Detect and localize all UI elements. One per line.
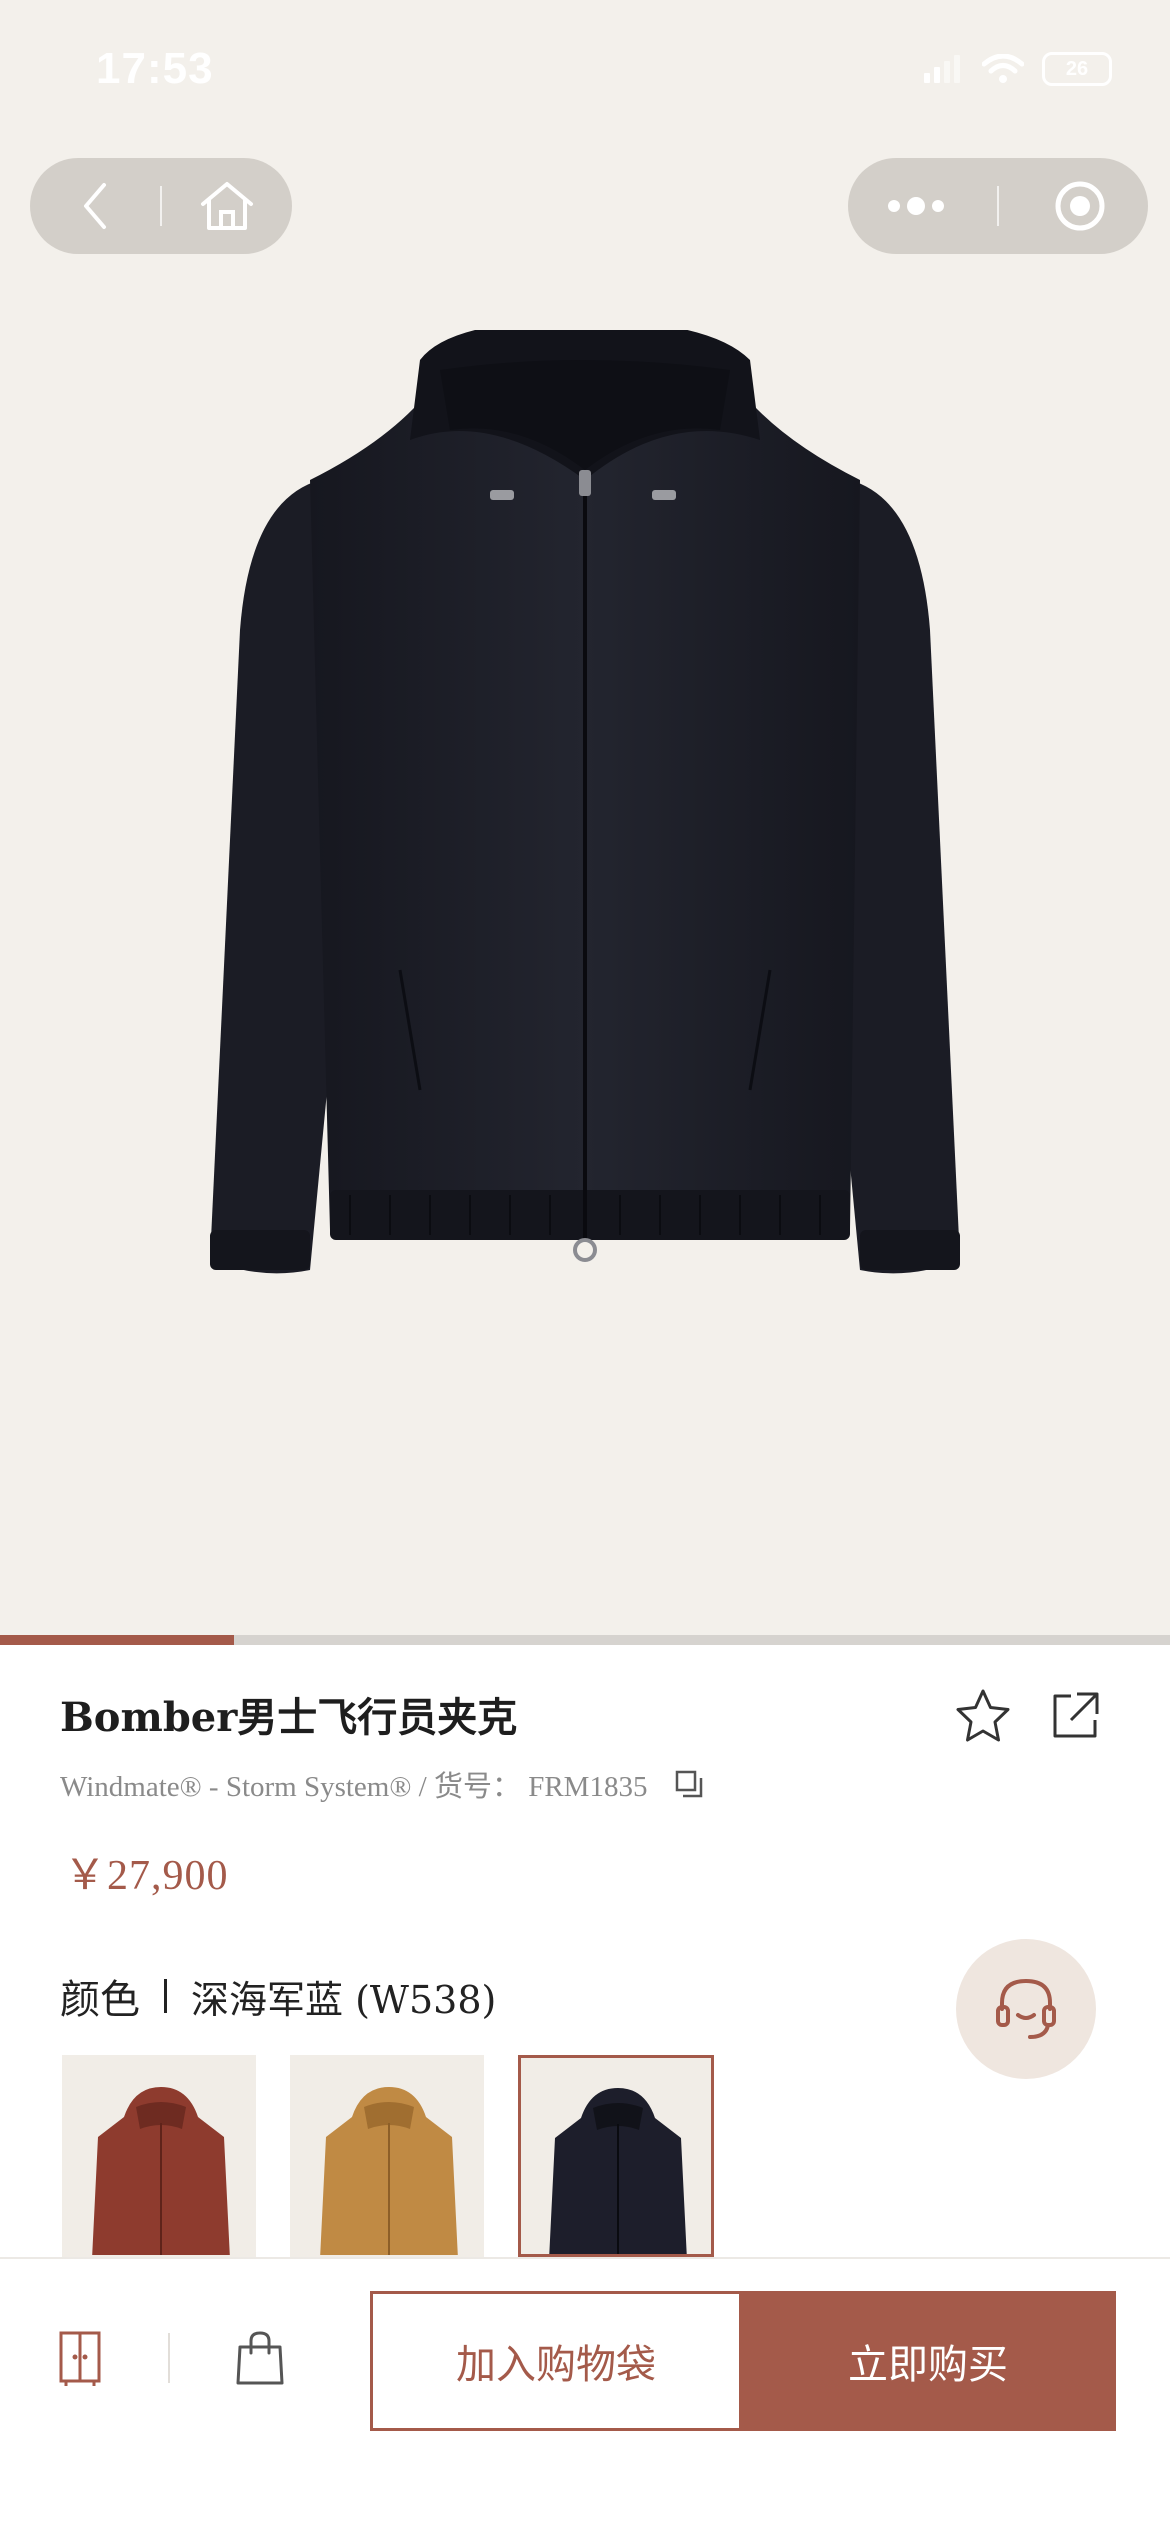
product-subtitle: Windmate® - Storm System® / 货号： FRM1835 bbox=[60, 1771, 648, 1803]
status-icons: 26 bbox=[924, 52, 1112, 86]
chevron-left-icon bbox=[84, 183, 106, 229]
capsule-target-icon bbox=[1055, 181, 1105, 231]
nav-divider bbox=[997, 186, 999, 226]
color-label: 颜色 bbox=[60, 1978, 140, 2022]
home-icon bbox=[201, 182, 253, 230]
customer-service-button[interactable] bbox=[956, 1939, 1096, 2079]
favorite-button[interactable] bbox=[948, 1681, 1018, 1751]
color-swatches bbox=[62, 2055, 714, 2257]
status-bar: 17:53 26 bbox=[0, 0, 1170, 150]
bottom-action-bar: 加入购物袋 立即购买 bbox=[0, 2257, 1170, 2532]
product-subtitle-row: Windmate® - Storm System® / 货号： FRM1835 bbox=[60, 1763, 709, 1805]
battery-level: 26 bbox=[1065, 57, 1089, 80]
home-button[interactable] bbox=[162, 158, 292, 254]
gallery-progress bbox=[0, 1635, 1170, 1645]
product-price: ￥27,900 bbox=[64, 1853, 229, 1899]
bottom-bar-divider bbox=[168, 2333, 170, 2383]
product-info: Bomber男士飞行员夹克 Windmate® - Storm System® … bbox=[0, 1645, 1170, 2257]
copy-icon bbox=[676, 1770, 703, 1798]
share-button[interactable] bbox=[1040, 1681, 1110, 1751]
gallery-progress-fill bbox=[0, 1635, 234, 1645]
shopping-bag-icon bbox=[236, 2331, 284, 2385]
more-button[interactable] bbox=[861, 158, 971, 254]
color-value: 深海军蓝 (W538) bbox=[191, 1977, 497, 2022]
wardrobe-button[interactable] bbox=[40, 2319, 120, 2399]
swatch-terracotta[interactable] bbox=[62, 2055, 256, 2257]
wardrobe-icon bbox=[59, 2331, 101, 2386]
swatch-terracotta-image bbox=[92, 2087, 230, 2255]
color-separator bbox=[164, 1979, 167, 2013]
battery-icon: 26 bbox=[1042, 52, 1112, 86]
swatch-camel[interactable] bbox=[290, 2055, 484, 2257]
swatch-navy-image bbox=[549, 2088, 687, 2254]
status-time: 17:53 bbox=[96, 44, 214, 93]
buy-now-button[interactable]: 立即购买 bbox=[740, 2291, 1116, 2431]
swatch-camel-image bbox=[320, 2087, 458, 2255]
product-image[interactable] bbox=[190, 330, 980, 1340]
nav-capsule-left bbox=[30, 158, 292, 254]
wifi-icon bbox=[982, 54, 1024, 83]
more-dots-icon bbox=[888, 197, 944, 215]
back-button[interactable] bbox=[30, 158, 160, 254]
headset-icon bbox=[996, 1978, 1056, 2039]
close-miniprogram-button[interactable] bbox=[1025, 158, 1135, 254]
product-gallery[interactable]: 17:53 26 bbox=[0, 0, 1170, 1635]
shopping-bag-button[interactable] bbox=[220, 2317, 300, 2397]
share-icon bbox=[1053, 1692, 1099, 1738]
product-title: Bomber男士飞行员夹克 bbox=[60, 1694, 518, 1741]
swatch-navy[interactable] bbox=[518, 2055, 714, 2257]
add-to-bag-button[interactable]: 加入购物袋 bbox=[370, 2291, 742, 2431]
star-icon bbox=[956, 1689, 1010, 1742]
signal-icon bbox=[924, 55, 960, 83]
copy-sku-button[interactable] bbox=[669, 1764, 709, 1804]
nav-capsule-right bbox=[848, 158, 1148, 254]
color-row: 颜色 深海军蓝 (W538) bbox=[60, 1967, 496, 2025]
